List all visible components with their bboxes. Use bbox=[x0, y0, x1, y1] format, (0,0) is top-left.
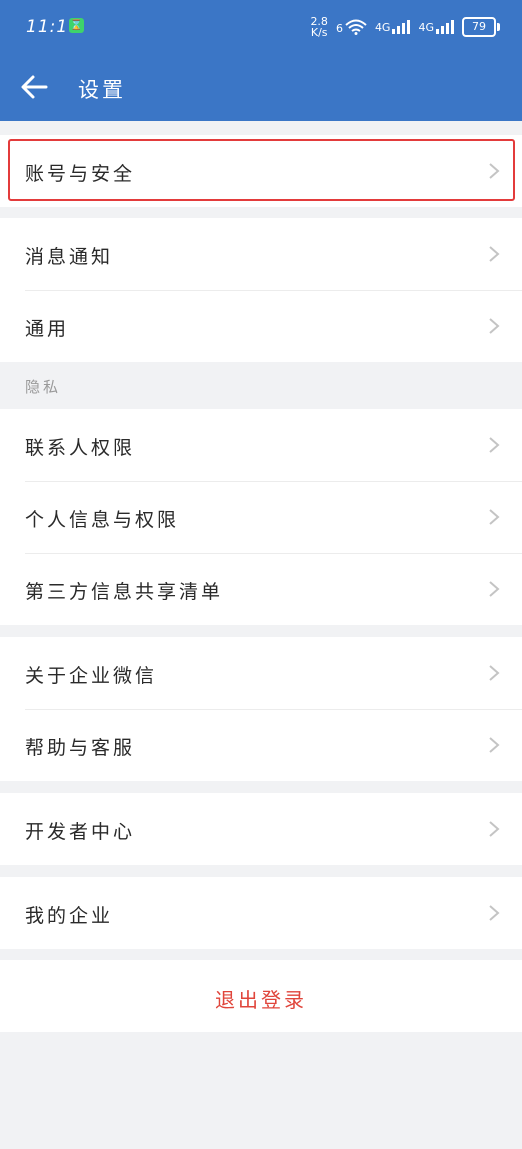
settings-item-account-security[interactable]: 账号与安全 bbox=[0, 135, 522, 207]
settings-group-account: 账号与安全 bbox=[0, 135, 522, 207]
settings-item-about[interactable]: 关于企业微信 bbox=[0, 637, 522, 709]
chevron-right-icon bbox=[489, 905, 500, 921]
settings-item-label: 关于企业微信 bbox=[25, 665, 158, 687]
settings-item-notifications[interactable]: 消息通知 bbox=[0, 218, 522, 290]
signal2-label: 4G bbox=[418, 21, 434, 34]
cellular-signal-icon: 4G bbox=[375, 20, 411, 34]
cellular-signal-icon-2: 4G bbox=[418, 20, 454, 34]
settings-item-personal-info-permissions[interactable]: 个人信息与权限 bbox=[0, 481, 522, 553]
chevron-right-icon bbox=[489, 437, 500, 453]
arrow-left-icon bbox=[21, 75, 48, 99]
signal1-label: 4G bbox=[374, 21, 391, 34]
settings-item-contact-permissions[interactable]: 联系人权限 bbox=[0, 409, 522, 481]
settings-item-label: 个人信息与权限 bbox=[25, 509, 180, 531]
section-caption-privacy: 隐私 bbox=[25, 378, 62, 396]
settings-group-about: 关于企业微信 帮助与客服 bbox=[0, 637, 522, 781]
chevron-right-icon bbox=[489, 246, 500, 262]
network-speed-unit: K/s bbox=[310, 26, 328, 39]
settings-item-label: 消息通知 bbox=[25, 246, 114, 268]
back-button[interactable] bbox=[18, 70, 52, 104]
battery-level: 79 bbox=[472, 20, 486, 33]
wifi-icon: 6 bbox=[336, 19, 367, 35]
chevron-right-icon bbox=[489, 318, 500, 334]
hourglass-icon: ⌛ bbox=[69, 18, 84, 33]
settings-item-label: 开发者中心 bbox=[25, 821, 136, 843]
logout-label: 退出登录 bbox=[215, 988, 307, 1012]
chevron-right-icon bbox=[489, 821, 500, 837]
settings-item-label: 帮助与客服 bbox=[25, 737, 136, 759]
chevron-right-icon bbox=[489, 581, 500, 597]
chevron-right-icon bbox=[489, 163, 500, 179]
chevron-right-icon bbox=[489, 509, 500, 525]
logout-button[interactable]: 退出登录 bbox=[0, 960, 522, 1032]
settings-item-label: 账号与安全 bbox=[25, 163, 136, 185]
settings-item-label: 联系人权限 bbox=[25, 437, 136, 459]
chevron-right-icon bbox=[489, 737, 500, 753]
settings-item-label: 第三方信息共享清单 bbox=[25, 581, 224, 603]
settings-group-developer: 开发者中心 bbox=[0, 793, 522, 865]
page-title: 设置 bbox=[78, 78, 126, 102]
settings-item-general[interactable]: 通用 bbox=[0, 290, 522, 362]
network-speed: 2.8 K/s bbox=[310, 16, 328, 38]
settings-group-privacy: 联系人权限 个人信息与权限 第三方信息共享清单 bbox=[0, 409, 522, 625]
settings-item-developer-center[interactable]: 开发者中心 bbox=[0, 793, 522, 865]
settings-group-company: 我的企业 bbox=[0, 877, 522, 949]
settings-item-help[interactable]: 帮助与客服 bbox=[0, 709, 522, 781]
settings-item-my-company[interactable]: 我的企业 bbox=[0, 877, 522, 949]
chevron-right-icon bbox=[489, 665, 500, 681]
battery-icon: 79 bbox=[462, 17, 500, 37]
settings-item-label: 通用 bbox=[25, 318, 70, 340]
status-bar: 11:17 ⌛ 2.8 K/s 6 4G 4G 79 bbox=[0, 0, 522, 56]
app-header: 11:17 ⌛ 2.8 K/s 6 4G 4G 79 设置 bbox=[0, 0, 522, 121]
settings-item-third-party-sharing[interactable]: 第三方信息共享清单 bbox=[0, 553, 522, 625]
wifi-label: 6 bbox=[335, 22, 343, 35]
settings-group-general: 消息通知 通用 bbox=[0, 218, 522, 362]
status-indicators: 2.8 K/s 6 4G 4G 79 bbox=[310, 15, 500, 39]
settings-item-label: 我的企业 bbox=[25, 905, 114, 927]
